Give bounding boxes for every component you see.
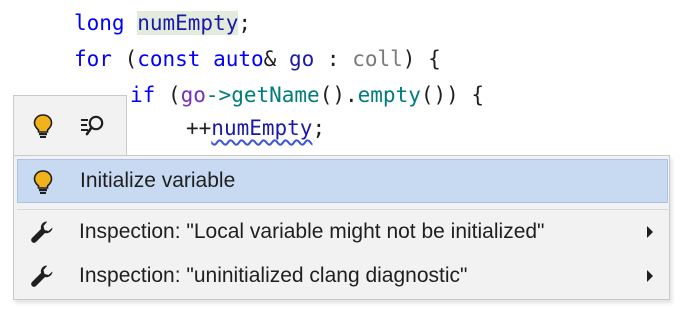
- code-token: empty: [357, 83, 421, 107]
- menu-item-label: Inspection: "Local variable might not be…: [79, 220, 545, 243]
- code-token: ;: [238, 11, 252, 35]
- code-token: long: [74, 11, 138, 35]
- menu-item-inspection-local-variable[interactable]: Inspection: "Local variable might not be…: [17, 210, 668, 254]
- code-line-4[interactable]: ++numEmpty;: [186, 113, 325, 143]
- code-token: ()) {: [420, 83, 485, 107]
- code-token: ) {: [402, 47, 441, 71]
- code-token: (: [124, 47, 138, 71]
- code-token: go: [288, 47, 315, 71]
- code-line-3[interactable]: if (go->getName().empty()) {: [130, 80, 484, 110]
- code-token: numEmpty: [137, 11, 239, 35]
- search-settings-icon: [81, 115, 104, 136]
- context-actions-menu: Initialize variable Inspection: "Local v…: [13, 155, 670, 300]
- chevron-right-icon: [646, 210, 654, 254]
- code-token: coll: [352, 47, 403, 71]
- menu-item-initialize-variable[interactable]: Initialize variable: [17, 159, 668, 203]
- menu-item-label: Inspection: "uninitialized clang diagnos…: [79, 264, 468, 287]
- bulb-button[interactable]: [23, 106, 63, 146]
- code-line-1[interactable]: long numEmpty;: [74, 8, 251, 38]
- code-token: if: [130, 83, 168, 107]
- code-line-2[interactable]: for (const auto& go : coll) {: [74, 44, 441, 74]
- code-token: ->: [205, 83, 232, 107]
- code-token: getName: [231, 83, 320, 107]
- bulb-icon: [28, 167, 58, 197]
- menu-item-inspection-clang-diagnostic[interactable]: Inspection: "uninitialized clang diagnos…: [17, 254, 668, 298]
- code-token: const: [137, 47, 214, 71]
- code-token: ().: [319, 83, 358, 107]
- code-token: :: [314, 47, 353, 71]
- code-token: for: [74, 47, 125, 71]
- code-token: ;: [312, 116, 326, 140]
- code-token: auto: [213, 47, 264, 71]
- search-settings-button[interactable]: [73, 106, 113, 146]
- wrench-icon: [27, 217, 57, 247]
- chevron-right-icon: [646, 254, 654, 298]
- code-token: go: [180, 83, 206, 107]
- code-token: &: [263, 47, 289, 71]
- bulb-icon: [33, 114, 53, 138]
- quick-actions-toolbar: [13, 95, 127, 155]
- wrench-icon: [27, 261, 57, 291]
- code-token: (: [167, 83, 181, 107]
- menu-item-label: Initialize variable: [80, 169, 236, 192]
- code-token: ++: [186, 116, 212, 140]
- code-token: numEmpty: [211, 116, 313, 140]
